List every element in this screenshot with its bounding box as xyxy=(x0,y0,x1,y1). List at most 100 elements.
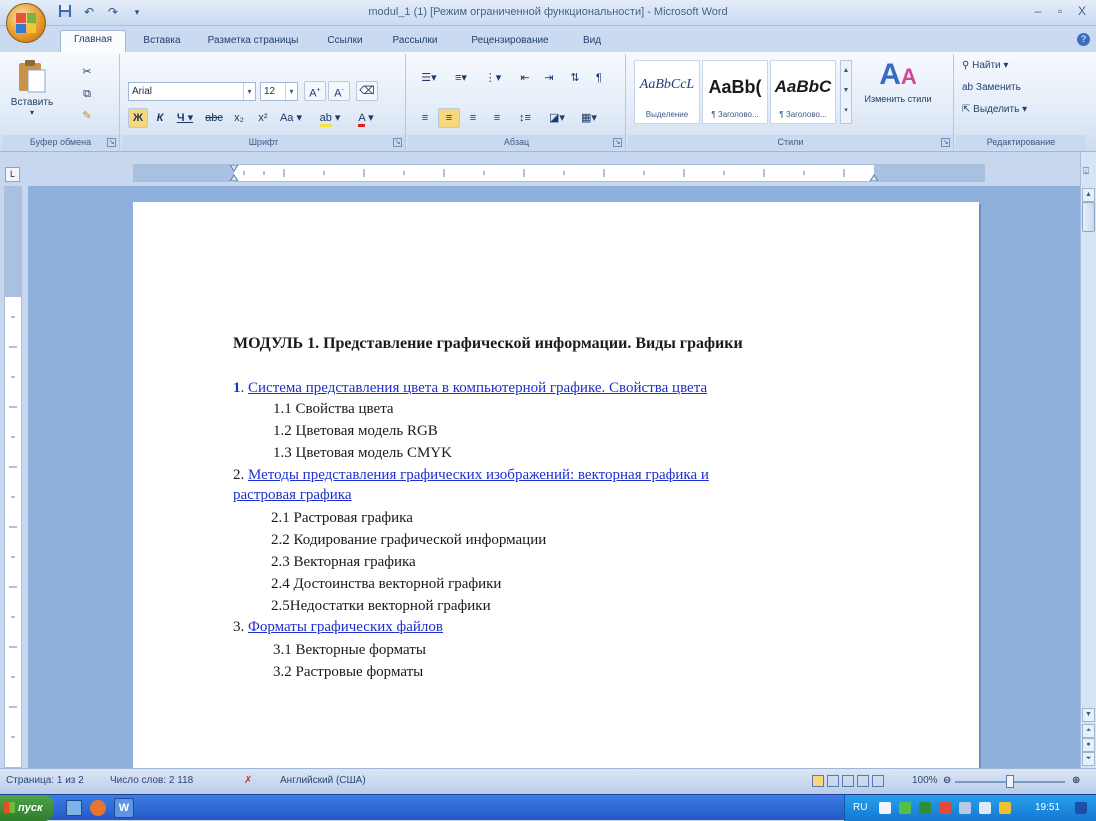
zoom-level[interactable]: 100% xyxy=(912,775,938,786)
antivirus-icon[interactable] xyxy=(919,802,931,814)
subscript-button[interactable]: x₂ xyxy=(228,108,250,128)
format-painter-icon[interactable]: ✎ xyxy=(76,106,98,126)
start-button[interactable]: пуск xyxy=(0,795,54,821)
highlight-icon[interactable]: ab ▾ xyxy=(314,108,346,128)
full-screen-icon[interactable] xyxy=(827,775,839,787)
style-heading-2[interactable]: AaBbC ¶ Заголово... xyxy=(770,60,836,124)
font-launcher-icon[interactable]: ↘ xyxy=(393,138,402,147)
keyboard-icon[interactable] xyxy=(879,802,891,814)
zoom-slider-handle[interactable] xyxy=(1006,775,1014,788)
tab-selector-icon[interactable]: L xyxy=(5,167,20,182)
tab-review[interactable]: Рецензирование xyxy=(458,32,562,52)
updates-icon[interactable] xyxy=(999,802,1011,814)
decrease-indent-icon[interactable]: ⇤ xyxy=(514,68,536,88)
tab-insert[interactable]: Вставка xyxy=(134,32,190,52)
language-indicator[interactable]: Английский (США) xyxy=(280,775,366,786)
draft-icon[interactable] xyxy=(872,775,884,787)
show-desktop-icon[interactable] xyxy=(1075,802,1087,814)
scroll-down-button[interactable]: ▼ xyxy=(1082,708,1095,722)
multilevel-list-icon[interactable]: ⋮▾ xyxy=(478,68,508,88)
clear-format-icon[interactable]: ⌫ xyxy=(356,81,378,101)
maximize-button[interactable]: ▫ xyxy=(1050,3,1070,20)
tab-view[interactable]: Вид xyxy=(572,32,612,52)
styles-launcher-icon[interactable]: ↘ xyxy=(941,138,950,147)
line-spacing-icon[interactable]: ↕≡ xyxy=(512,108,538,128)
minimize-button[interactable]: – xyxy=(1028,3,1048,20)
align-left-icon[interactable]: ≡ xyxy=(414,108,436,128)
close-button[interactable]: X xyxy=(1072,3,1092,20)
volume-icon[interactable] xyxy=(979,802,991,814)
increase-indent-icon[interactable]: ⇥ xyxy=(538,68,560,88)
bullets-icon[interactable]: ☰▾ xyxy=(414,68,444,88)
page-count[interactable]: Страница: 1 из 2 xyxy=(6,775,84,786)
taskbar-word-button[interactable]: W xyxy=(114,798,134,818)
bold-button[interactable]: Ж xyxy=(128,108,148,128)
language-tray[interactable]: RU xyxy=(853,802,867,813)
align-right-icon[interactable]: ≡ xyxy=(462,108,484,128)
safely-remove-icon[interactable] xyxy=(959,802,971,814)
paragraph-launcher-icon[interactable]: ↘ xyxy=(613,138,622,147)
quicklaunch-desktop-icon[interactable] xyxy=(66,800,82,816)
shading-icon[interactable]: ◪▾ xyxy=(542,108,572,128)
tab-references[interactable]: Ссылки xyxy=(318,32,372,52)
paste-button[interactable]: Вставить ▾ xyxy=(10,58,54,128)
next-page-button[interactable]: ⏷ xyxy=(1082,752,1095,766)
alert-icon[interactable] xyxy=(939,802,951,814)
office-button[interactable] xyxy=(6,3,46,43)
change-case-button[interactable]: Aa ▾ xyxy=(276,108,306,128)
print-layout-icon[interactable] xyxy=(812,775,824,787)
horizontal-ruler[interactable] xyxy=(133,164,985,182)
toc-section-link[interactable]: Форматы графических файлов xyxy=(248,619,443,635)
style-heading-1[interactable]: AaBb( ¶ Заголово... xyxy=(702,60,768,124)
toc-section-2-cont[interactable]: растровая графика xyxy=(233,485,352,505)
strikethrough-button[interactable]: abc xyxy=(202,108,226,128)
prev-page-button[interactable]: ⏶ xyxy=(1082,724,1095,738)
tab-mailings[interactable]: Рассылки xyxy=(382,32,448,52)
outline-icon[interactable] xyxy=(857,775,869,787)
cut-icon[interactable]: ✂ xyxy=(76,62,98,82)
toc-section-3[interactable]: 3. Форматы графических файлов xyxy=(233,617,443,637)
tab-page-layout[interactable]: Разметка страницы xyxy=(198,32,308,52)
find-button[interactable]: ⚲ Найти ▾ xyxy=(962,60,1008,71)
show-marks-icon[interactable]: ¶ xyxy=(588,68,610,88)
font-size-combo[interactable]: 12 ▾ xyxy=(260,82,298,101)
word-count[interactable]: Число слов: 2 118 xyxy=(110,775,193,786)
change-styles-button[interactable]: AA Изменить стили xyxy=(860,58,936,128)
toc-section-link-cont[interactable]: растровая графика xyxy=(233,487,352,503)
ruler-toggle-icon[interactable]: ⍗ xyxy=(1083,166,1094,184)
toc-section-2[interactable]: 2. Методы представления графических изоб… xyxy=(233,465,709,485)
styles-scroll[interactable]: ▲ ▼ ▾ xyxy=(840,60,852,124)
document-page[interactable]: МОДУЛЬ 1. Представление графической инфо… xyxy=(133,202,979,768)
toc-section-link[interactable]: Система представления цвета в компьютерн… xyxy=(248,380,707,396)
font-color-icon[interactable]: A ▾ xyxy=(350,108,382,128)
network-icon[interactable] xyxy=(899,802,911,814)
copy-icon[interactable]: ⧉ xyxy=(76,84,98,104)
toc-section-1[interactable]: 1. Система представления цвета в компьют… xyxy=(233,378,707,398)
replace-button[interactable]: ab Заменить xyxy=(962,82,1021,93)
shrink-font-button[interactable]: A- xyxy=(328,81,350,101)
zoom-in-icon[interactable]: ⊕ xyxy=(1072,775,1080,786)
browse-object-button[interactable]: ● xyxy=(1082,738,1095,752)
underline-button[interactable]: Ч ▾ xyxy=(172,108,198,128)
font-name-combo[interactable]: Arial ▾ xyxy=(128,82,256,101)
superscript-button[interactable]: x² xyxy=(252,108,274,128)
clock[interactable]: 19:51 xyxy=(1035,802,1060,813)
sort-icon[interactable]: ⇅ xyxy=(564,68,586,88)
align-center-icon[interactable]: ≡ xyxy=(438,108,460,128)
clipboard-launcher-icon[interactable]: ↘ xyxy=(107,138,116,147)
italic-button[interactable]: К xyxy=(150,108,170,128)
justify-icon[interactable]: ≡ xyxy=(486,108,508,128)
help-icon[interactable]: ? xyxy=(1077,33,1090,46)
scroll-thumb[interactable] xyxy=(1082,202,1095,232)
grow-font-button[interactable]: A+ xyxy=(304,81,326,101)
tab-home[interactable]: Главная xyxy=(60,30,126,52)
numbering-icon[interactable]: ≡▾ xyxy=(446,68,476,88)
scroll-up-button[interactable]: ▲ xyxy=(1082,188,1095,202)
zoom-out-icon[interactable]: ⊖ xyxy=(943,775,951,786)
borders-icon[interactable]: ▦▾ xyxy=(574,108,604,128)
web-layout-icon[interactable] xyxy=(842,775,854,787)
quicklaunch-app-icon[interactable] xyxy=(90,800,106,816)
vertical-ruler[interactable] xyxy=(4,186,22,768)
style-emphasis[interactable]: AaBbCcL Выделение xyxy=(634,60,700,124)
vertical-scrollbar[interactable]: ⍗ ▲ ▼ ⏶ ● ⏷ xyxy=(1080,152,1096,768)
